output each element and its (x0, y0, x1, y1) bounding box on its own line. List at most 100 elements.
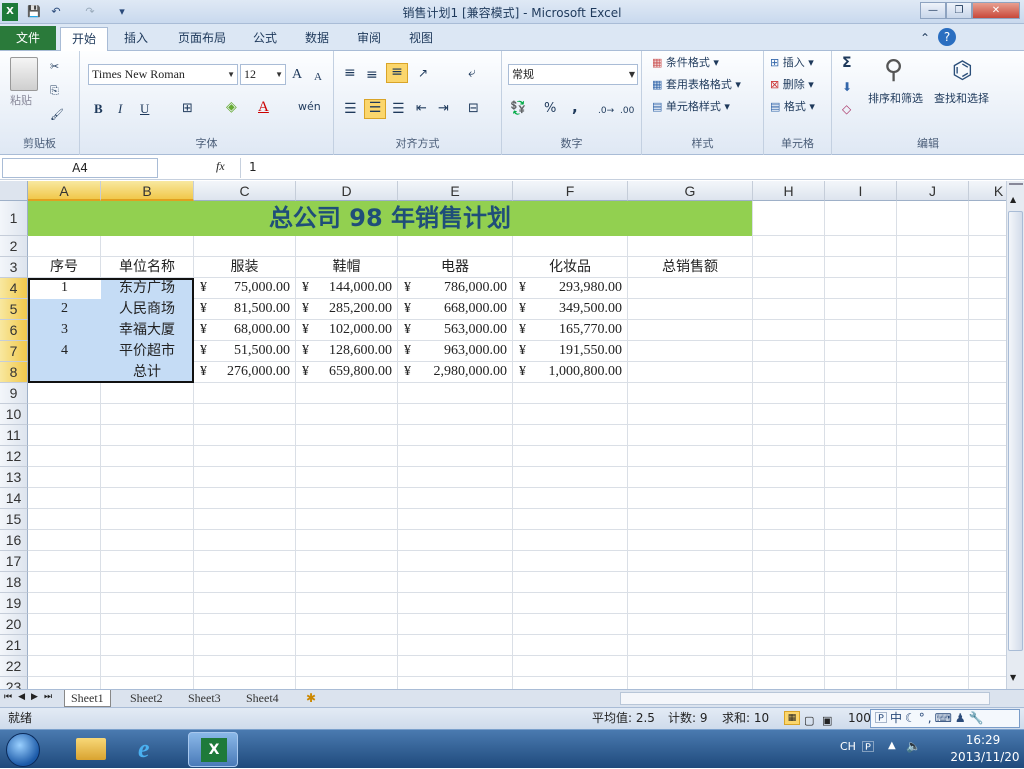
currency-cell[interactable]: ¥2,980,000.00 (398, 362, 513, 382)
tab-review[interactable]: 审阅 (350, 27, 388, 51)
currency-cell[interactable]: ¥963,000.00 (398, 341, 513, 361)
wrap-text-icon[interactable]: ⤶ (468, 65, 476, 81)
column-header[interactable]: C (194, 181, 296, 201)
currency-cell[interactable]: ¥102,000.00 (296, 320, 398, 340)
sheet-tab-4[interactable]: Sheet4 (240, 690, 285, 707)
font-size-combo[interactable]: 12 ▼ (240, 64, 286, 85)
row-header[interactable]: 1 (0, 201, 28, 236)
horizontal-scrollbar[interactable] (620, 692, 990, 705)
row-header[interactable]: 5 (0, 299, 28, 320)
row-header[interactable]: 14 (0, 488, 28, 509)
underline-button[interactable]: U (140, 101, 149, 117)
header-cell[interactable]: 鞋帽 (296, 257, 397, 277)
unit-name-cell[interactable]: 平价超市 (101, 341, 193, 361)
formula-input[interactable]: 1 (240, 158, 1008, 178)
conditional-formatting-button[interactable]: ▦ 条件格式 ▾ (652, 55, 719, 71)
align-top-icon[interactable]: ≡ (344, 65, 356, 81)
page-break-view-icon[interactable]: ▣ (822, 711, 832, 731)
unit-name-cell[interactable]: 人民商场 (101, 299, 193, 319)
currency-cell[interactable]: ¥786,000.00 (398, 278, 513, 298)
currency-cell[interactable]: ¥285,200.00 (296, 299, 398, 319)
number-format-combo[interactable]: 常规 ▼ (508, 64, 638, 85)
row-header[interactable]: 18 (0, 572, 28, 593)
delete-cells-button[interactable]: ⊠ 删除 ▾ (770, 77, 814, 93)
sheet-tab-3[interactable]: Sheet3 (182, 690, 227, 707)
tab-file[interactable]: 文件 (0, 26, 56, 50)
row-header[interactable]: 9 (0, 383, 28, 404)
restore-button[interactable]: ❐ (946, 2, 972, 19)
close-button[interactable]: ✕ (972, 2, 1020, 19)
italic-button[interactable]: I (118, 101, 122, 117)
row-header[interactable]: 3 (0, 257, 28, 278)
currency-cell[interactable]: ¥276,000.00 (194, 362, 296, 382)
grow-font-button[interactable]: A (292, 67, 302, 83)
unit-name-cell[interactable]: 幸福大厦 (101, 320, 193, 340)
paste-icon[interactable] (10, 57, 38, 91)
row-header[interactable]: 6 (0, 320, 28, 341)
currency-cell[interactable]: ¥68,000.00 (194, 320, 296, 340)
name-box[interactable]: A4 (2, 158, 158, 178)
increase-decimal-icon[interactable]: .0→ (598, 103, 614, 119)
row-header[interactable]: 21 (0, 635, 28, 656)
row-header[interactable]: 8 (0, 362, 28, 383)
row-header[interactable]: 16 (0, 530, 28, 551)
row-number-cell[interactable]: 3 (28, 320, 101, 340)
row-header[interactable]: 22 (0, 656, 28, 677)
split-handle[interactable] (1009, 183, 1023, 191)
column-header[interactable]: F (513, 181, 628, 201)
currency-cell[interactable]: ¥165,770.00 (513, 320, 628, 340)
page-layout-view-icon[interactable]: ▢ (804, 711, 814, 731)
normal-view-icon[interactable]: ▦ (784, 711, 800, 725)
header-cell[interactable]: 服装 (194, 257, 295, 277)
speaker-icon[interactable]: 🔈 (906, 739, 921, 753)
scroll-thumb[interactable] (1008, 211, 1023, 651)
sheet-tab-1[interactable]: Sheet1 (64, 690, 111, 707)
currency-cell[interactable]: ¥1,000,800.00 (513, 362, 628, 382)
row-header[interactable]: 20 (0, 614, 28, 635)
accounting-format-icon[interactable]: 💱 (510, 101, 526, 117)
row-header[interactable]: 10 (0, 404, 28, 425)
clock-date[interactable]: 2013/11/20 (948, 750, 1022, 764)
bold-button[interactable]: B (94, 101, 103, 117)
comma-style-button[interactable]: , (572, 99, 578, 115)
merge-center-icon[interactable]: ⊟ (468, 101, 479, 117)
row-number-cell[interactable]: 1 (28, 278, 101, 298)
font-name-combo[interactable]: Times New Roman ▼ (88, 64, 238, 85)
header-cell[interactable]: 电器 (398, 257, 512, 277)
row-header[interactable]: 17 (0, 551, 28, 572)
column-header[interactable]: K (969, 181, 1006, 201)
binoculars-icon[interactable]: ⌬ (952, 55, 973, 85)
currency-cell[interactable]: ¥128,600.00 (296, 341, 398, 361)
currency-cell[interactable]: ¥51,500.00 (194, 341, 296, 361)
currency-cell[interactable]: ¥75,000.00 (194, 278, 296, 298)
excel-taskbar-button[interactable]: X (188, 732, 238, 767)
tab-home[interactable]: 开始 (60, 27, 108, 52)
insert-cells-button[interactable]: ⊞ 插入 ▾ (770, 55, 814, 71)
zoom-level[interactable]: 100 (848, 708, 871, 728)
decrease-indent-icon[interactable]: ⇤ (416, 101, 427, 117)
tab-insert[interactable]: 插入 (116, 27, 156, 51)
ie-taskbar-button[interactable]: e (126, 732, 176, 767)
row-header[interactable]: 13 (0, 467, 28, 488)
borders-icon[interactable]: ⊞ (182, 101, 193, 117)
copy-icon[interactable]: ⎘ (50, 83, 59, 99)
row-header[interactable]: 15 (0, 509, 28, 530)
row-header[interactable]: 7 (0, 341, 28, 362)
currency-cell[interactable]: ¥144,000.00 (296, 278, 398, 298)
scroll-down-icon[interactable]: ▼ (1010, 673, 1016, 682)
explorer-taskbar-button[interactable] (66, 732, 116, 767)
find-select-button[interactable]: 查找和选择 (934, 91, 989, 107)
format-as-table-button[interactable]: ▦ 套用表格格式 ▾ (652, 77, 741, 93)
show-hidden-icon[interactable]: ▲ (888, 740, 896, 751)
row-header[interactable]: 4 (0, 278, 28, 299)
column-header[interactable]: B (101, 181, 194, 201)
insert-function-button[interactable]: fx (216, 159, 225, 174)
shrink-font-button[interactable]: A (314, 69, 322, 85)
format-painter-icon[interactable]: 🖌 (50, 107, 64, 123)
paste-button[interactable]: 粘贴 (10, 93, 32, 109)
decrease-decimal-icon[interactable]: .00 (620, 103, 634, 119)
tab-formulas[interactable]: 公式 (246, 27, 284, 51)
font-color-icon[interactable]: A (258, 99, 269, 115)
percent-style-button[interactable]: % (544, 101, 556, 117)
currency-cell[interactable]: ¥81,500.00 (194, 299, 296, 319)
